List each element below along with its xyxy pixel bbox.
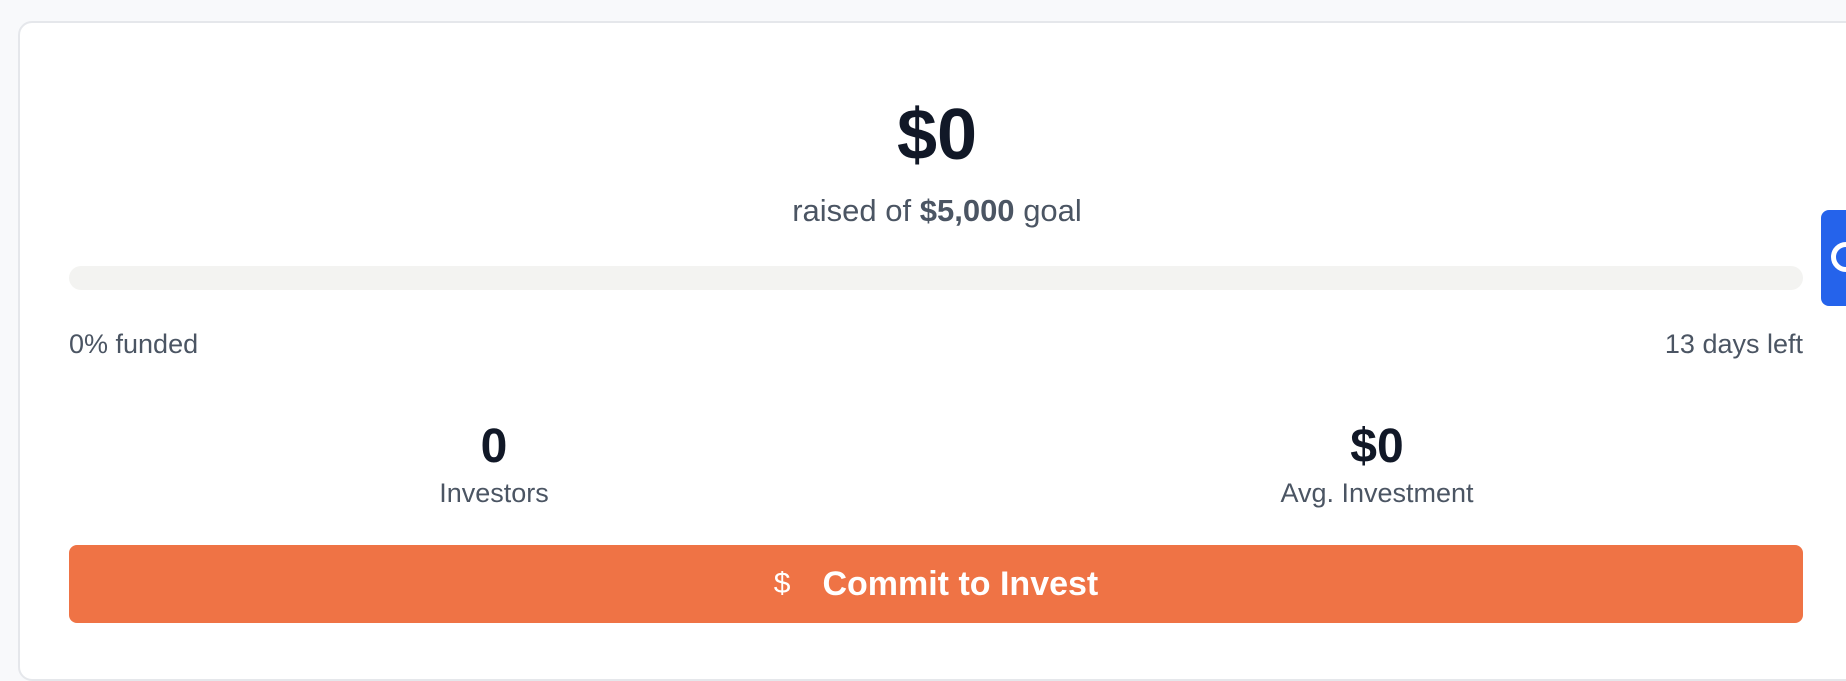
commit-to-invest-button[interactable]: $ Commit to Invest [69, 545, 1803, 623]
investors-stat: 0 Investors [294, 421, 694, 511]
days-left: 13 days left [1664, 329, 1803, 359]
goal-amount: $5,000 [919, 193, 1015, 228]
funding-card: $0 raised of $5,000 goal 0% funded 13 da… [18, 21, 1846, 681]
investors-label: Investors [439, 478, 549, 508]
amount-raised: $0 [896, 95, 978, 175]
goal-prefix: raised of [792, 193, 912, 228]
chat-widget-button[interactable] [1821, 210, 1846, 306]
chat-icon [1831, 242, 1846, 272]
funded-percentage: 0% funded [69, 329, 199, 359]
avg-investment-stat: $0 Avg. Investment [1177, 421, 1577, 511]
avg-investment-label: Avg. Investment [1280, 478, 1474, 508]
dollar-icon: $ [773, 567, 791, 600]
funding-progress-bar [69, 266, 1803, 290]
avg-investment-value: $0 [1350, 420, 1404, 473]
goal-suffix: goal [1023, 193, 1082, 228]
commit-to-invest-label: Commit to Invest [822, 565, 1099, 603]
goal-line: raised of $5,000 goal [20, 191, 1846, 231]
investors-count: 0 [480, 420, 508, 473]
